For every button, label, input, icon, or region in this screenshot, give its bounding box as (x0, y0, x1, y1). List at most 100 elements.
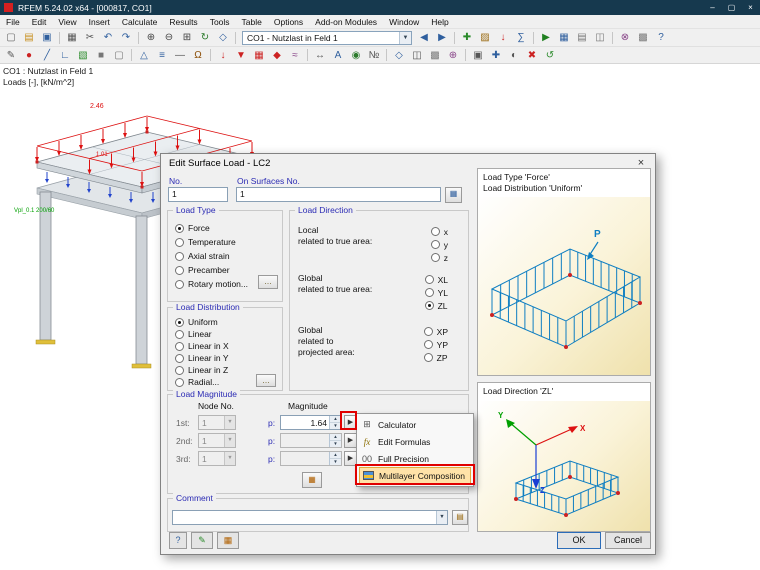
help-button[interactable]: ? (169, 532, 187, 549)
member-icon[interactable]: — (172, 48, 188, 63)
edit-mode-icon[interactable]: ✎ (3, 48, 19, 63)
move-copy-icon[interactable]: ✚ (488, 48, 504, 63)
new-file-icon[interactable]: ▢ (3, 30, 19, 45)
radio-button[interactable] (175, 265, 184, 275)
menu-options[interactable]: Options (268, 15, 309, 28)
radio-button[interactable] (175, 341, 184, 351)
delete-icon[interactable]: ✖ (524, 48, 540, 63)
node-icon[interactable]: ● (21, 48, 37, 63)
node-no-combo-1[interactable]: 1 ▼ (198, 415, 236, 430)
cut-icon[interactable]: ✂ (82, 30, 98, 45)
magnitude-input-1[interactable]: 1.64 ▲ ▼ (280, 415, 342, 430)
snap-settings-icon[interactable]: ⊗ (617, 30, 633, 45)
radio-button[interactable] (424, 275, 434, 284)
radio-button[interactable] (175, 317, 184, 327)
chevron-down-icon[interactable]: ▼ (224, 434, 235, 447)
radio-button[interactable] (175, 353, 184, 363)
numbering-icon[interactable]: № (366, 48, 382, 63)
plane-grid-icon[interactable]: ▩ (427, 48, 443, 63)
radio-option-linear[interactable]: Linear (168, 328, 280, 340)
zoom-window-icon[interactable]: ⊞ (179, 30, 195, 45)
rotate-view-icon[interactable]: ↻ (197, 30, 213, 45)
radio-button[interactable] (175, 365, 184, 375)
radio-option-linear-in-y[interactable]: Linear in Y (168, 352, 280, 364)
work-plane-icon[interactable]: ◫ (409, 48, 425, 63)
chevron-down-icon[interactable]: ▼ (224, 452, 235, 465)
menu-window[interactable]: Window (383, 15, 425, 28)
next-loadcase-icon[interactable]: ▶ (434, 30, 450, 45)
menu-table[interactable]: Table (236, 15, 268, 28)
nodal-support-icon[interactable]: △ (136, 48, 152, 63)
select-surfaces-button[interactable]: ▦ (445, 187, 462, 203)
radio-button[interactable] (424, 288, 434, 297)
new-loadcase-icon[interactable]: ✚ (459, 30, 475, 45)
radio-button[interactable] (175, 251, 184, 261)
printout-report-icon[interactable]: ▤ (574, 30, 590, 45)
node-no-combo-3[interactable]: 1 ▼ (198, 451, 236, 466)
menu-help[interactable]: Help (425, 15, 454, 28)
help-icon[interactable]: ? (653, 30, 669, 45)
grid-icon[interactable]: ▩ (635, 30, 651, 45)
opening-icon[interactable]: ▢ (111, 48, 127, 63)
isometric-view-icon[interactable]: ◇ (215, 30, 231, 45)
cross-section-icon[interactable]: Ω (190, 48, 206, 63)
line-icon[interactable]: ╱ (39, 48, 55, 63)
free-load-icon[interactable]: ◆ (269, 48, 285, 63)
menu-file[interactable]: File (0, 15, 26, 28)
mirror-icon[interactable]: ◐ (506, 48, 522, 63)
title-bar[interactable]: RFEM 5.24.02 x64 - [000817, CO1] – ▢ × (0, 0, 760, 15)
rotary-motion-edit-button[interactable]: … (258, 275, 278, 289)
radio-button[interactable] (430, 240, 440, 249)
radio-option-y[interactable]: y (430, 238, 448, 251)
radio-button[interactable] (424, 301, 434, 310)
menu-calculate[interactable]: Calculate (116, 15, 163, 28)
radio-option-yl[interactable]: YL (424, 286, 448, 299)
radio-option-uniform[interactable]: Uniform (168, 316, 280, 328)
radio-option-temperature[interactable]: Temperature (168, 235, 280, 249)
radio-option-zp[interactable]: ZP (423, 351, 448, 364)
magnitude-detail-button[interactable]: ▦ (302, 472, 322, 488)
menu-item-multilayer-composition[interactable]: Multilayer Composition (359, 467, 471, 484)
details-button[interactable]: ▦ (217, 532, 239, 549)
radio-button[interactable] (175, 329, 184, 339)
zoom-out-icon[interactable]: ⊖ (161, 30, 177, 45)
solid-icon[interactable]: ■ (93, 48, 109, 63)
nodal-load-icon[interactable]: ↓ (215, 48, 231, 63)
radio-option-force[interactable]: Force (168, 221, 280, 235)
radial-edit-button[interactable]: … (256, 374, 276, 387)
radio-button[interactable] (423, 327, 433, 336)
cancel-button[interactable]: Cancel (605, 532, 651, 549)
dimension-icon[interactable]: ↔ (312, 48, 328, 63)
surface-icon[interactable]: ▧ (75, 48, 91, 63)
previous-loadcase-icon[interactable]: ◀ (416, 30, 432, 45)
load-no-input[interactable]: 1 (168, 187, 228, 202)
minimize-button[interactable]: – (703, 0, 722, 15)
undo-icon[interactable]: ↶ (100, 30, 116, 45)
open-icon[interactable]: ▤ (21, 30, 37, 45)
print-icon[interactable]: ▦ (64, 30, 80, 45)
spinner-buttons[interactable]: ▲ ▼ (329, 416, 341, 429)
menu-item-calculator[interactable]: ⊞ Calculator (359, 416, 471, 433)
menu-tools[interactable]: Tools (204, 15, 236, 28)
menu-results[interactable]: Results (163, 15, 203, 28)
radio-button[interactable] (175, 237, 184, 247)
edit-loadcase-icon[interactable]: ▨ (477, 30, 493, 45)
radio-option-x[interactable]: x (430, 225, 448, 238)
menu-item-edit-formulas[interactable]: fx Edit Formulas (359, 433, 471, 450)
comment-manager-button[interactable]: ▤ (452, 510, 468, 525)
chevron-down-icon[interactable]: ▼ (399, 31, 411, 44)
radio-button[interactable] (423, 353, 433, 362)
tables-icon[interactable]: ▦ (556, 30, 572, 45)
radio-button[interactable] (175, 279, 184, 289)
imperfection-icon[interactable]: ≈ (287, 48, 303, 63)
surface-load-icon[interactable]: ▦ (251, 48, 267, 63)
radio-button[interactable] (430, 253, 440, 262)
polyline-icon[interactable]: ∟ (57, 48, 73, 63)
spinner-buttons[interactable]: ▲ ▼ (329, 434, 341, 447)
units-button[interactable]: ✎ (191, 532, 213, 549)
radio-button[interactable] (175, 377, 184, 387)
magnitude-input-2[interactable]: ▲ ▼ (280, 433, 342, 448)
ok-button[interactable]: OK (557, 532, 601, 549)
menu-add-on-modules[interactable]: Add-on Modules (309, 15, 383, 28)
redo-icon[interactable]: ↷ (118, 30, 134, 45)
